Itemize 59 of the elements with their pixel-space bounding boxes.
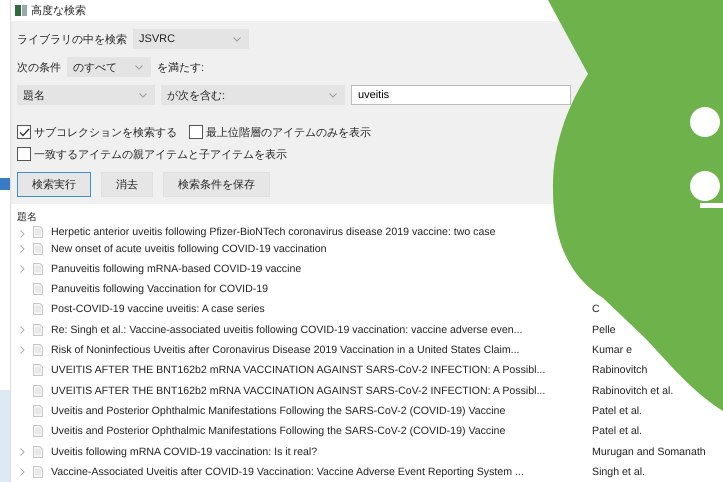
chevron-down-icon <box>329 92 337 98</box>
item-title: New onset of acute uveitis following COVID-19 vaccination <box>51 242 328 255</box>
item-title: Uveitis and Posterior Ophthalmic Manifestations Following the SARS-CoV-2 (COVID-19) Vaccine <box>51 425 506 438</box>
item-title: Panuveitis following Vaccination for COVID-19 <box>51 283 270 296</box>
item-author: Patel et al. <box>592 404 642 417</box>
match-dropdown[interactable]: のすべて <box>67 57 151 78</box>
search-text-field[interactable]: uveitis <box>351 85 571 106</box>
document-icon <box>33 344 43 356</box>
checkbox[interactable] <box>17 125 31 140</box>
item-title: Herpetic anterior uveitis following Pfizer-BioNTech coronavirus disease 2019 vaccine: two case <box>51 226 497 238</box>
column-header[interactable]: 題名 <box>17 210 37 224</box>
item-author: Kumar e <box>592 344 632 356</box>
document-icon <box>33 466 43 478</box>
checkbox[interactable] <box>17 147 31 162</box>
search-in-label: ライブラリの中を検索 <box>17 32 127 47</box>
item-author: Rabinovitch et al. <box>592 384 674 397</box>
item-author: Patel et al. <box>592 425 642 438</box>
document-icon <box>33 324 43 336</box>
match-label: 次の条件 <box>17 60 61 75</box>
dialog-button[interactable]: 消去 <box>101 172 153 198</box>
library-dropdown[interactable]: JSVRC <box>133 29 249 50</box>
document-icon <box>33 283 43 296</box>
item-title: UVEITIS AFTER THE BNT162b2 mRNA VACCINATION AGAINST SARS-CoV-2 INFECTION: A Possibl... <box>51 384 546 397</box>
field-dropdown[interactable]: 題名 <box>17 85 155 106</box>
item-title: Post-COVID-19 vaccine uveitis: A case series <box>51 303 266 316</box>
chevron-down-icon <box>139 92 147 98</box>
item-author: Pelle <box>592 324 616 336</box>
item-author: C <box>592 303 600 316</box>
item-author: Rabinovitch <box>592 364 648 376</box>
dialog-button[interactable]: 検索実行 <box>17 172 91 198</box>
dialog-button[interactable]: 検索条件を保存 <box>163 172 270 198</box>
document-icon <box>33 425 43 438</box>
item-title: Uveitis and Posterior Ophthalmic Manifestations Following the SARS-CoV-2 (COVID-19) Vaccine <box>51 404 506 417</box>
document-icon <box>33 262 43 275</box>
document-icon <box>33 404 43 417</box>
app-icon <box>15 5 27 16</box>
checkbox-label: 一致するアイテムの親アイテムと子アイテムを表示 <box>34 148 287 162</box>
chevron-down-icon <box>135 64 143 70</box>
document-icon <box>33 384 43 397</box>
item-title: Re: Singh et al.: Vaccine-associated uveitis following COVID-19 vaccination: vaccine adverse even... <box>51 324 524 336</box>
window-title: 高度な検索 <box>31 4 86 18</box>
document-icon <box>33 446 43 458</box>
item-author: Murugan and Somanath <box>592 446 706 458</box>
match-suffix-label: を満たす: <box>157 60 204 75</box>
item-title: Vaccine-Associated Uveitis after COVID-19 Vaccination: Vaccine Adverse Event Reporting System ... <box>51 466 525 478</box>
chevron-down-icon <box>233 36 241 42</box>
operator-dropdown[interactable]: が次を含む: <box>161 85 345 106</box>
checkbox[interactable] <box>189 125 203 140</box>
document-icon <box>33 364 43 376</box>
item-title: Uveitis following mRNA COVID-19 vaccination: Is it real? <box>51 446 318 458</box>
document-icon <box>33 303 43 316</box>
checkbox-label: サブコレクションを検索する <box>34 126 177 140</box>
item-title: UVEITIS AFTER THE BNT162b2 mRNA VACCINATION AGAINST SARS-CoV-2 INFECTION: A Possibl... <box>51 364 546 376</box>
document-icon <box>33 226 43 238</box>
checkbox-label: 最上位階層のアイテムのみを表示 <box>206 126 371 140</box>
item-author: Singh et al. <box>592 466 646 478</box>
item-title: Panuveitis following mRNA-based COVID-19 vaccine <box>51 262 302 275</box>
item-title: Risk of Noninfectious Uveitis after Coronavirus Disease 2019 Vaccination in a United States Claim... <box>51 344 520 356</box>
document-icon <box>33 242 43 255</box>
